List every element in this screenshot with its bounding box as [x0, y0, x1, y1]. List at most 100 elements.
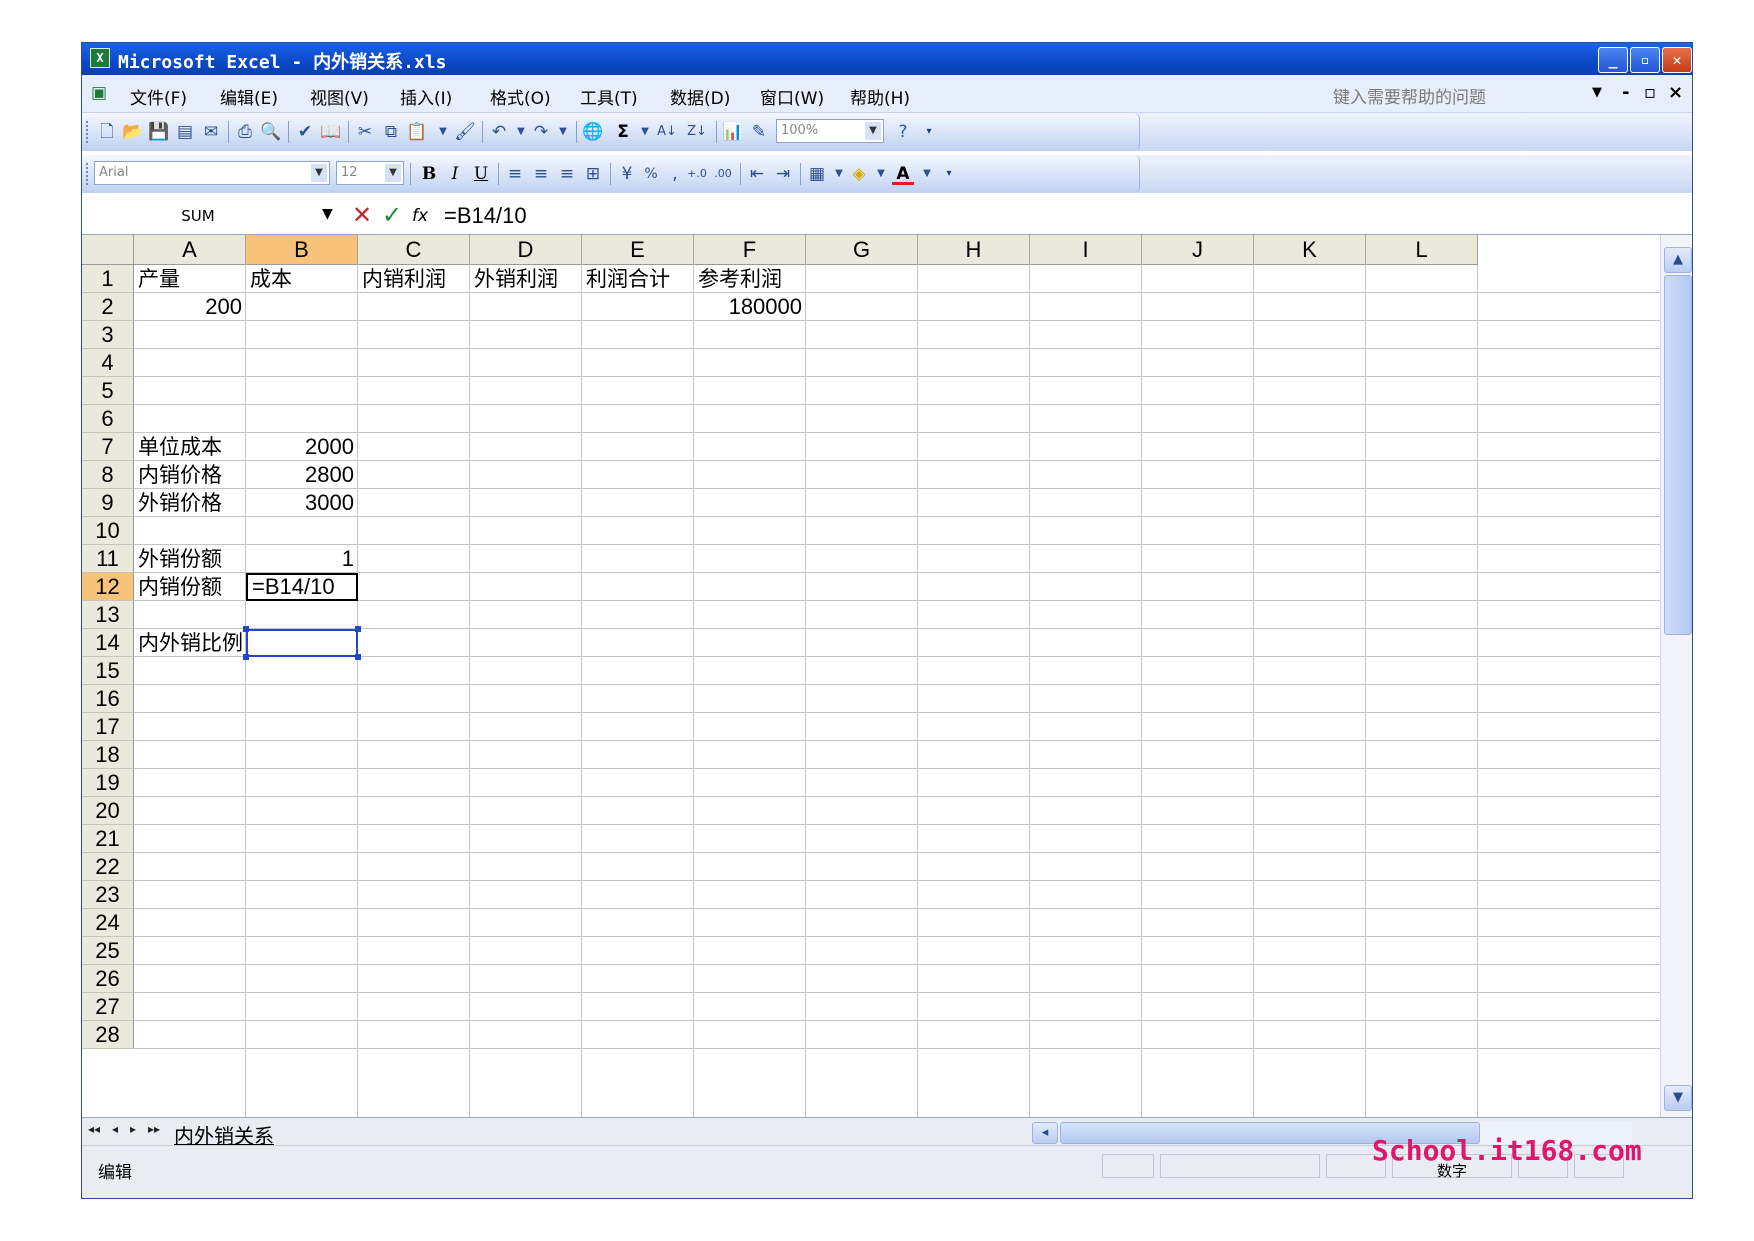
menu-help[interactable]: 帮助(H) — [850, 84, 910, 109]
menu-insert[interactable]: 插入(I) — [400, 84, 452, 109]
toolbar-options-icon[interactable]: ▾ — [938, 163, 960, 185]
autosum-dropdown-icon[interactable]: ▼ — [634, 121, 656, 143]
font-color-dropdown-icon[interactable]: ▼ — [916, 163, 938, 185]
row-header-9[interactable]: 9 — [82, 489, 134, 517]
paste-dropdown-icon[interactable]: ▼ — [432, 121, 454, 143]
chart-wizard-icon[interactable]: 📊 — [722, 121, 744, 143]
cell-b8[interactable]: 2800 — [246, 461, 358, 489]
row-header-7[interactable]: 7 — [82, 433, 134, 461]
toolbar-options-icon[interactable]: ▾ — [918, 121, 940, 143]
menu-format[interactable]: 格式(O) — [490, 84, 551, 109]
menu-file[interactable]: 文件(F) — [130, 84, 187, 109]
italic-button[interactable]: I — [444, 163, 466, 185]
range-handle[interactable] — [243, 626, 249, 632]
column-header-h[interactable]: H — [918, 235, 1030, 265]
cell-b9[interactable]: 3000 — [246, 489, 358, 517]
row-header-2[interactable]: 2 — [82, 293, 134, 321]
redo-dropdown-icon[interactable]: ▼ — [552, 121, 574, 143]
close-button[interactable]: ✕ — [1662, 47, 1692, 73]
decrease-decimal-icon[interactable]: .00 — [712, 163, 734, 185]
permission-icon[interactable]: ▤ — [174, 121, 196, 143]
drawing-icon[interactable]: ✎ — [748, 121, 770, 143]
zoom-combo[interactable]: 100% ▼ — [776, 119, 884, 143]
menu-edit[interactable]: 编辑(E) — [220, 84, 278, 109]
size-dropdown-icon[interactable]: ▼ — [385, 164, 401, 182]
autosum-icon[interactable]: Σ — [612, 121, 634, 143]
decrease-indent-icon[interactable]: ⇤ — [746, 163, 768, 185]
column-header-b[interactable]: B — [246, 235, 358, 265]
menu-tools[interactable]: 工具(T) — [580, 84, 638, 109]
row-header-1[interactable]: 1 — [82, 265, 134, 293]
row-header-16[interactable]: 16 — [82, 685, 134, 713]
copy-icon[interactable]: ⧉ — [380, 121, 402, 143]
vertical-scrollbar[interactable]: ▲ ▼ — [1660, 235, 1692, 1117]
increase-indent-icon[interactable]: ⇥ — [772, 163, 794, 185]
font-name-combo[interactable]: Arial ▼ — [94, 161, 330, 185]
cell-b14-reference[interactable] — [246, 629, 358, 657]
increase-decimal-icon[interactable]: +.0 — [686, 163, 708, 185]
excel-app-icon[interactable]: X — [90, 48, 110, 68]
cancel-icon[interactable]: ✕ — [352, 201, 372, 229]
underline-button[interactable]: U — [470, 163, 492, 185]
name-box[interactable]: SUM — [82, 201, 314, 231]
row-header-18[interactable]: 18 — [82, 741, 134, 769]
next-sheet-icon[interactable]: ▸ — [130, 1122, 136, 1136]
cell-a2[interactable]: 200 — [134, 293, 246, 321]
row-header-14[interactable]: 14 — [82, 629, 134, 657]
doc-close-button[interactable]: × — [1668, 82, 1683, 103]
help-dropdown-icon[interactable]: ▼ — [1592, 85, 1602, 100]
row-header-24[interactable]: 24 — [82, 909, 134, 937]
help-question-input[interactable]: 键入需要帮助的问题 — [1327, 81, 1627, 108]
format-painter-icon[interactable]: 🖌 — [454, 121, 476, 143]
worksheet-grid[interactable]: A B C D E F G H I J K L 1 2 3 4 5 6 7 8 9 10 11 12 13 14 15 16 17 18 1… — [82, 235, 1660, 1117]
zoom-dropdown-icon[interactable]: ▼ — [865, 122, 881, 140]
row-header-19[interactable]: 19 — [82, 769, 134, 797]
range-handle[interactable] — [243, 654, 249, 660]
borders-icon[interactable]: ▦ — [806, 163, 828, 185]
vertical-scroll-thumb[interactable] — [1664, 275, 1692, 635]
row-header-13[interactable]: 13 — [82, 601, 134, 629]
undo-dropdown-icon[interactable]: ▼ — [510, 121, 532, 143]
insert-function-icon[interactable]: fx — [412, 206, 428, 226]
menu-view[interactable]: 视图(V) — [310, 84, 369, 109]
row-header-4[interactable]: 4 — [82, 349, 134, 377]
first-sheet-icon[interactable]: ◂◂ — [88, 1122, 100, 1136]
row-header-26[interactable]: 26 — [82, 965, 134, 993]
column-header-i[interactable]: I — [1030, 235, 1142, 265]
save-icon[interactable]: 💾 — [148, 121, 170, 143]
range-handle[interactable] — [355, 626, 361, 632]
row-header-12[interactable]: 12 — [82, 573, 134, 601]
cell-b7[interactable]: 2000 — [246, 433, 358, 461]
doc-minimize-button[interactable]: - — [1622, 82, 1629, 103]
redo-icon[interactable]: ↷ — [530, 121, 552, 143]
column-header-c[interactable]: C — [358, 235, 470, 265]
font-dropdown-icon[interactable]: ▼ — [311, 164, 327, 182]
research-icon[interactable]: 📖 — [320, 121, 342, 143]
print-icon[interactable]: ⎙ — [234, 121, 256, 143]
cell-b12-editing[interactable]: =B14/10 — [246, 573, 358, 601]
paste-icon[interactable]: 📋 — [406, 121, 428, 143]
row-header-5[interactable]: 5 — [82, 377, 134, 405]
print-preview-icon[interactable]: 🔍 — [260, 121, 282, 143]
menu-data[interactable]: 数据(D) — [670, 84, 730, 109]
row-header-23[interactable]: 23 — [82, 881, 134, 909]
row-header-15[interactable]: 15 — [82, 657, 134, 685]
select-all-button[interactable] — [82, 235, 134, 265]
row-header-27[interactable]: 27 — [82, 993, 134, 1021]
align-center-icon[interactable]: ≡ — [530, 163, 552, 185]
range-handle[interactable] — [355, 654, 361, 660]
cell-f2[interactable]: 180000 — [694, 293, 806, 321]
column-header-a[interactable]: A — [134, 235, 246, 265]
row-header-8[interactable]: 8 — [82, 461, 134, 489]
row-header-22[interactable]: 22 — [82, 853, 134, 881]
enter-icon[interactable]: ✓ — [382, 201, 402, 229]
row-header-20[interactable]: 20 — [82, 797, 134, 825]
comma-style-icon[interactable]: , — [664, 163, 686, 185]
cut-icon[interactable]: ✂ — [354, 121, 376, 143]
sort-ascending-icon[interactable]: A↓ — [656, 121, 678, 143]
fill-dropdown-icon[interactable]: ▼ — [870, 163, 892, 185]
row-header-6[interactable]: 6 — [82, 405, 134, 433]
merge-center-icon[interactable]: ⊞ — [582, 163, 604, 185]
new-icon[interactable]: 🗋 — [96, 121, 118, 143]
font-size-combo[interactable]: 12 ▼ — [336, 161, 404, 185]
